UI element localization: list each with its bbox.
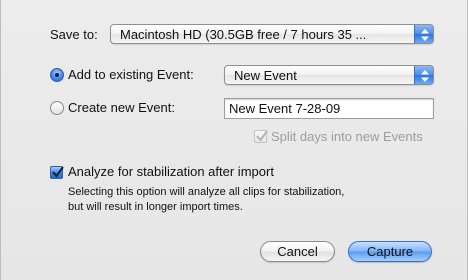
up-down-arrows-icon (414, 25, 433, 43)
checkmark-icon (52, 166, 64, 178)
create-new-radio[interactable] (50, 101, 64, 115)
up-down-arrows-icon (414, 66, 433, 84)
stabilization-checkbox[interactable] (50, 166, 64, 179)
split-days-label: Split days into new Events (271, 129, 423, 144)
split-days-checkbox[interactable] (254, 130, 268, 143)
save-to-popup[interactable]: Macintosh HD (30.5GB free / 7 hours 35 .… (110, 24, 434, 44)
new-event-name-field[interactable] (224, 98, 434, 119)
create-new-label: Create new Event: (68, 100, 175, 115)
stabilization-label: Analyze for stabilization after import (68, 164, 274, 179)
checkmark-icon (256, 130, 268, 142)
import-sheet: Save to: Macintosh HD (30.5GB free / 7 h… (0, 0, 468, 280)
capture-button[interactable]: Capture (348, 241, 432, 262)
add-existing-label: Add to existing Event: (68, 67, 194, 82)
new-event-name-input[interactable] (229, 101, 423, 116)
existing-event-popup[interactable]: New Event (224, 65, 434, 85)
save-to-label: Save to: (50, 27, 98, 42)
add-existing-radio[interactable] (50, 68, 64, 82)
save-to-value: Macintosh HD (30.5GB free / 7 hours 35 .… (120, 27, 367, 42)
cancel-button[interactable]: Cancel (260, 241, 335, 262)
stabilization-description-line2: but will result in longer import times. (68, 201, 243, 213)
stabilization-description-line1: Selecting this option will analyze all c… (68, 186, 345, 198)
existing-event-value: New Event (234, 68, 297, 83)
